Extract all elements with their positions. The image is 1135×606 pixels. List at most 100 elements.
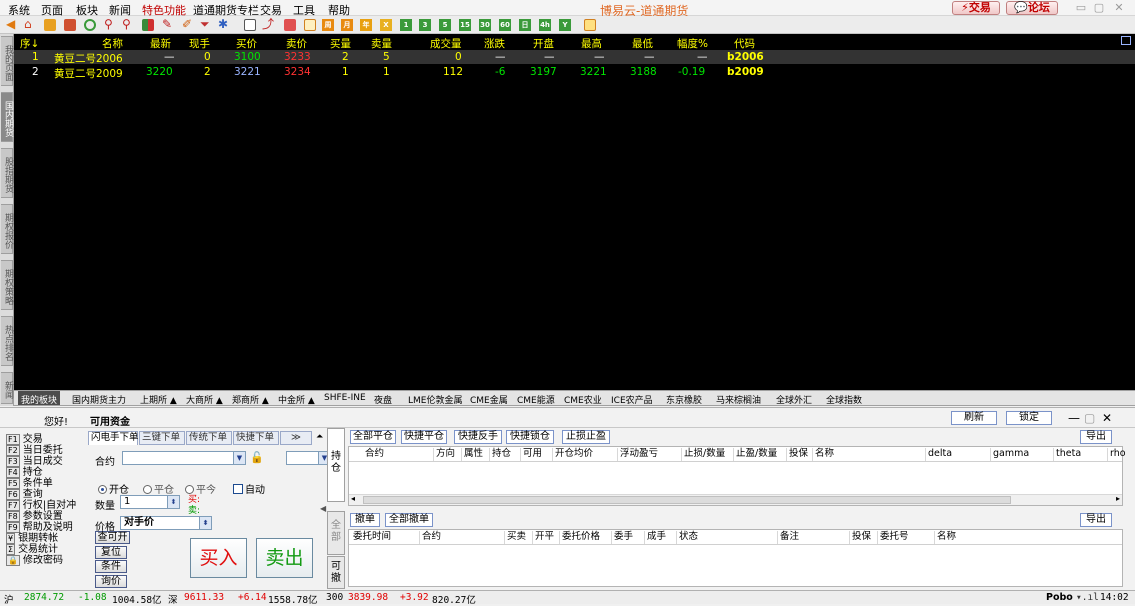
pcol-direction[interactable]: 方向	[433, 448, 455, 461]
tab-night[interactable]: 夜盘	[374, 393, 392, 406]
pcol-attr[interactable]: 属性	[461, 448, 483, 461]
contract-input[interactable]: ▼	[122, 451, 246, 465]
tab-palm-oil[interactable]: 马来棕榈油	[716, 393, 761, 406]
tab-dce[interactable]: 大商所 ▲	[186, 393, 223, 406]
ocol-filled[interactable]: 成手	[644, 531, 666, 544]
vtab-all[interactable]: 全部	[327, 511, 345, 555]
ocol-side[interactable]: 买卖	[504, 531, 526, 544]
scroll-right-icon[interactable]: ▸	[1116, 494, 1120, 503]
window-icon[interactable]	[244, 19, 256, 31]
inquiry-button[interactable]: 询价	[95, 575, 127, 588]
collapse-icon[interactable]: ⏶	[316, 432, 323, 442]
hedge-select[interactable]: ▼	[286, 451, 331, 465]
ocol-name[interactable]: 名称	[934, 531, 956, 544]
period-y-icon[interactable]: Y	[559, 19, 571, 31]
tab-cffex[interactable]: 中金所 ▲	[278, 393, 315, 406]
sidebar-tab-option-quotes[interactable]: 期权报价	[1, 204, 13, 254]
period-60m-icon[interactable]: 60	[499, 19, 511, 31]
col-bid[interactable]: 买价	[236, 36, 257, 51]
quick-reverse-button[interactable]: 快捷反手	[454, 430, 502, 444]
period-custom-icon[interactable]: X	[380, 19, 392, 31]
col-seq[interactable]: 序↓	[20, 36, 39, 51]
horizontal-scrollbar[interactable]: ◂ ▸	[349, 494, 1122, 505]
col-volume[interactable]: 成交量	[430, 36, 462, 51]
tab-lme[interactable]: LME伦敦金属	[408, 393, 462, 406]
ocol-status[interactable]: 状态	[676, 531, 698, 544]
pcol-gamma[interactable]: gamma	[990, 448, 1029, 461]
export-positions-button[interactable]: 导出	[1080, 430, 1112, 444]
refresh-icon[interactable]	[84, 19, 96, 31]
chevron-down-icon[interactable]: ≫	[280, 431, 312, 445]
tab-cme-metals[interactable]: CME金属	[470, 393, 508, 406]
chart-icon[interactable]	[64, 19, 76, 31]
radio-close[interactable]: 平仓	[143, 481, 174, 496]
table-icon[interactable]	[584, 19, 596, 31]
tab-shfe-ine[interactable]: SHFE-INE	[324, 393, 366, 403]
period-1m-icon[interactable]: 1	[400, 19, 412, 31]
pcol-stop-loss[interactable]: 止损/数量	[681, 448, 725, 461]
tab-classic-order[interactable]: 传统下单	[186, 431, 232, 445]
close-icon[interactable]: ✕	[1112, 1, 1126, 15]
col-open[interactable]: 开盘	[533, 36, 554, 51]
layout-icon[interactable]	[304, 19, 316, 31]
qty-input[interactable]: 1 ⬍	[120, 495, 180, 509]
back-icon[interactable]: ◀	[6, 18, 18, 31]
pcol-take-profit[interactable]: 止盈/数量	[733, 448, 777, 461]
tab-shfe[interactable]: 上期所 ▲	[140, 393, 177, 406]
grid-icon[interactable]	[142, 19, 154, 31]
pcol-name[interactable]: 名称	[812, 448, 834, 461]
pcol-available[interactable]: 可用	[520, 448, 542, 461]
folder-icon[interactable]	[44, 19, 56, 31]
lock-button[interactable]: 锁定	[1006, 411, 1052, 425]
vtab-positions[interactable]: 持仓	[327, 428, 345, 502]
period-3m-icon[interactable]: 3	[419, 19, 431, 31]
func-change-password[interactable]: 🔒 修改密码	[6, 551, 63, 566]
ocol-qty[interactable]: 委手	[611, 531, 633, 544]
home-icon[interactable]: ⌂	[24, 18, 36, 31]
col-pct[interactable]: 幅度%	[677, 36, 708, 51]
splitter-icon[interactable]: ◀	[320, 504, 326, 513]
tab-three-key-order[interactable]: 三键下单	[139, 431, 185, 445]
col-high[interactable]: 最高	[581, 36, 602, 51]
expand-icon[interactable]	[1121, 36, 1131, 45]
period-year-icon[interactable]: 年	[360, 19, 372, 31]
tab-tokyo-rubber[interactable]: 东京橡胶	[666, 393, 702, 406]
col-code[interactable]: 代码	[734, 36, 755, 51]
ocol-hedge[interactable]: 投保	[849, 531, 871, 544]
tab-quick-order[interactable]: 快捷下单	[233, 431, 279, 445]
forum-button[interactable]: 💬论坛	[1006, 1, 1058, 15]
pcol-hedge[interactable]: 投保	[786, 448, 808, 461]
cancel-all-button[interactable]: 全部撤单	[385, 513, 433, 527]
period-day-icon[interactable]: 日	[519, 19, 531, 31]
pin-icon[interactable]: ✱	[218, 18, 230, 31]
stop-loss-profit-button[interactable]: 止损止盈	[562, 430, 610, 444]
tab-global-fx[interactable]: 全球外汇	[776, 393, 812, 406]
sidebar-tab-hot-ranking[interactable]: 热点排名	[1, 316, 13, 366]
col-ask[interactable]: 卖价	[286, 36, 307, 51]
paint-icon[interactable]: ✐	[182, 18, 194, 31]
tab-domestic-main[interactable]: 国内期货主力	[72, 393, 126, 406]
scrollbar-thumb[interactable]	[363, 496, 1011, 504]
col-bidv[interactable]: 买量	[330, 36, 351, 51]
chevron-down-icon[interactable]: ▼	[233, 452, 245, 464]
tab-ice-agri[interactable]: ICE农产品	[611, 393, 653, 406]
sidebar-tab-index-futures[interactable]: 股指期货	[1, 148, 13, 198]
quick-lock-button[interactable]: 快捷锁仓	[506, 430, 554, 444]
stepper-icon[interactable]: ⬍	[167, 496, 179, 508]
sidebar-tab-my-page[interactable]: 我的页面	[1, 36, 13, 86]
period-week-icon[interactable]: 周	[322, 19, 334, 31]
close-all-button[interactable]: 全部平仓	[350, 430, 396, 444]
tab-global-index[interactable]: 全球指数	[826, 393, 862, 406]
filter-icon[interactable]: ⏷	[200, 18, 212, 31]
buy-button[interactable]: 买入	[190, 538, 247, 578]
cancel-order-button[interactable]: 撤单	[350, 513, 380, 527]
tab-cme-energy[interactable]: CME能源	[517, 393, 555, 406]
pcol-delta[interactable]: delta	[925, 448, 952, 461]
col-last[interactable]: 最新	[150, 36, 171, 51]
tab-flash-order[interactable]: 闪电手下单	[88, 431, 139, 445]
tab-cme-agri[interactable]: CME农业	[564, 393, 602, 406]
panel-minimize-icon[interactable]: —	[1068, 411, 1080, 425]
stepper-icon[interactable]: ⬍	[199, 517, 211, 529]
ocol-order-id[interactable]: 委托号	[877, 531, 909, 544]
period-4h-icon[interactable]: 4h	[539, 19, 551, 31]
